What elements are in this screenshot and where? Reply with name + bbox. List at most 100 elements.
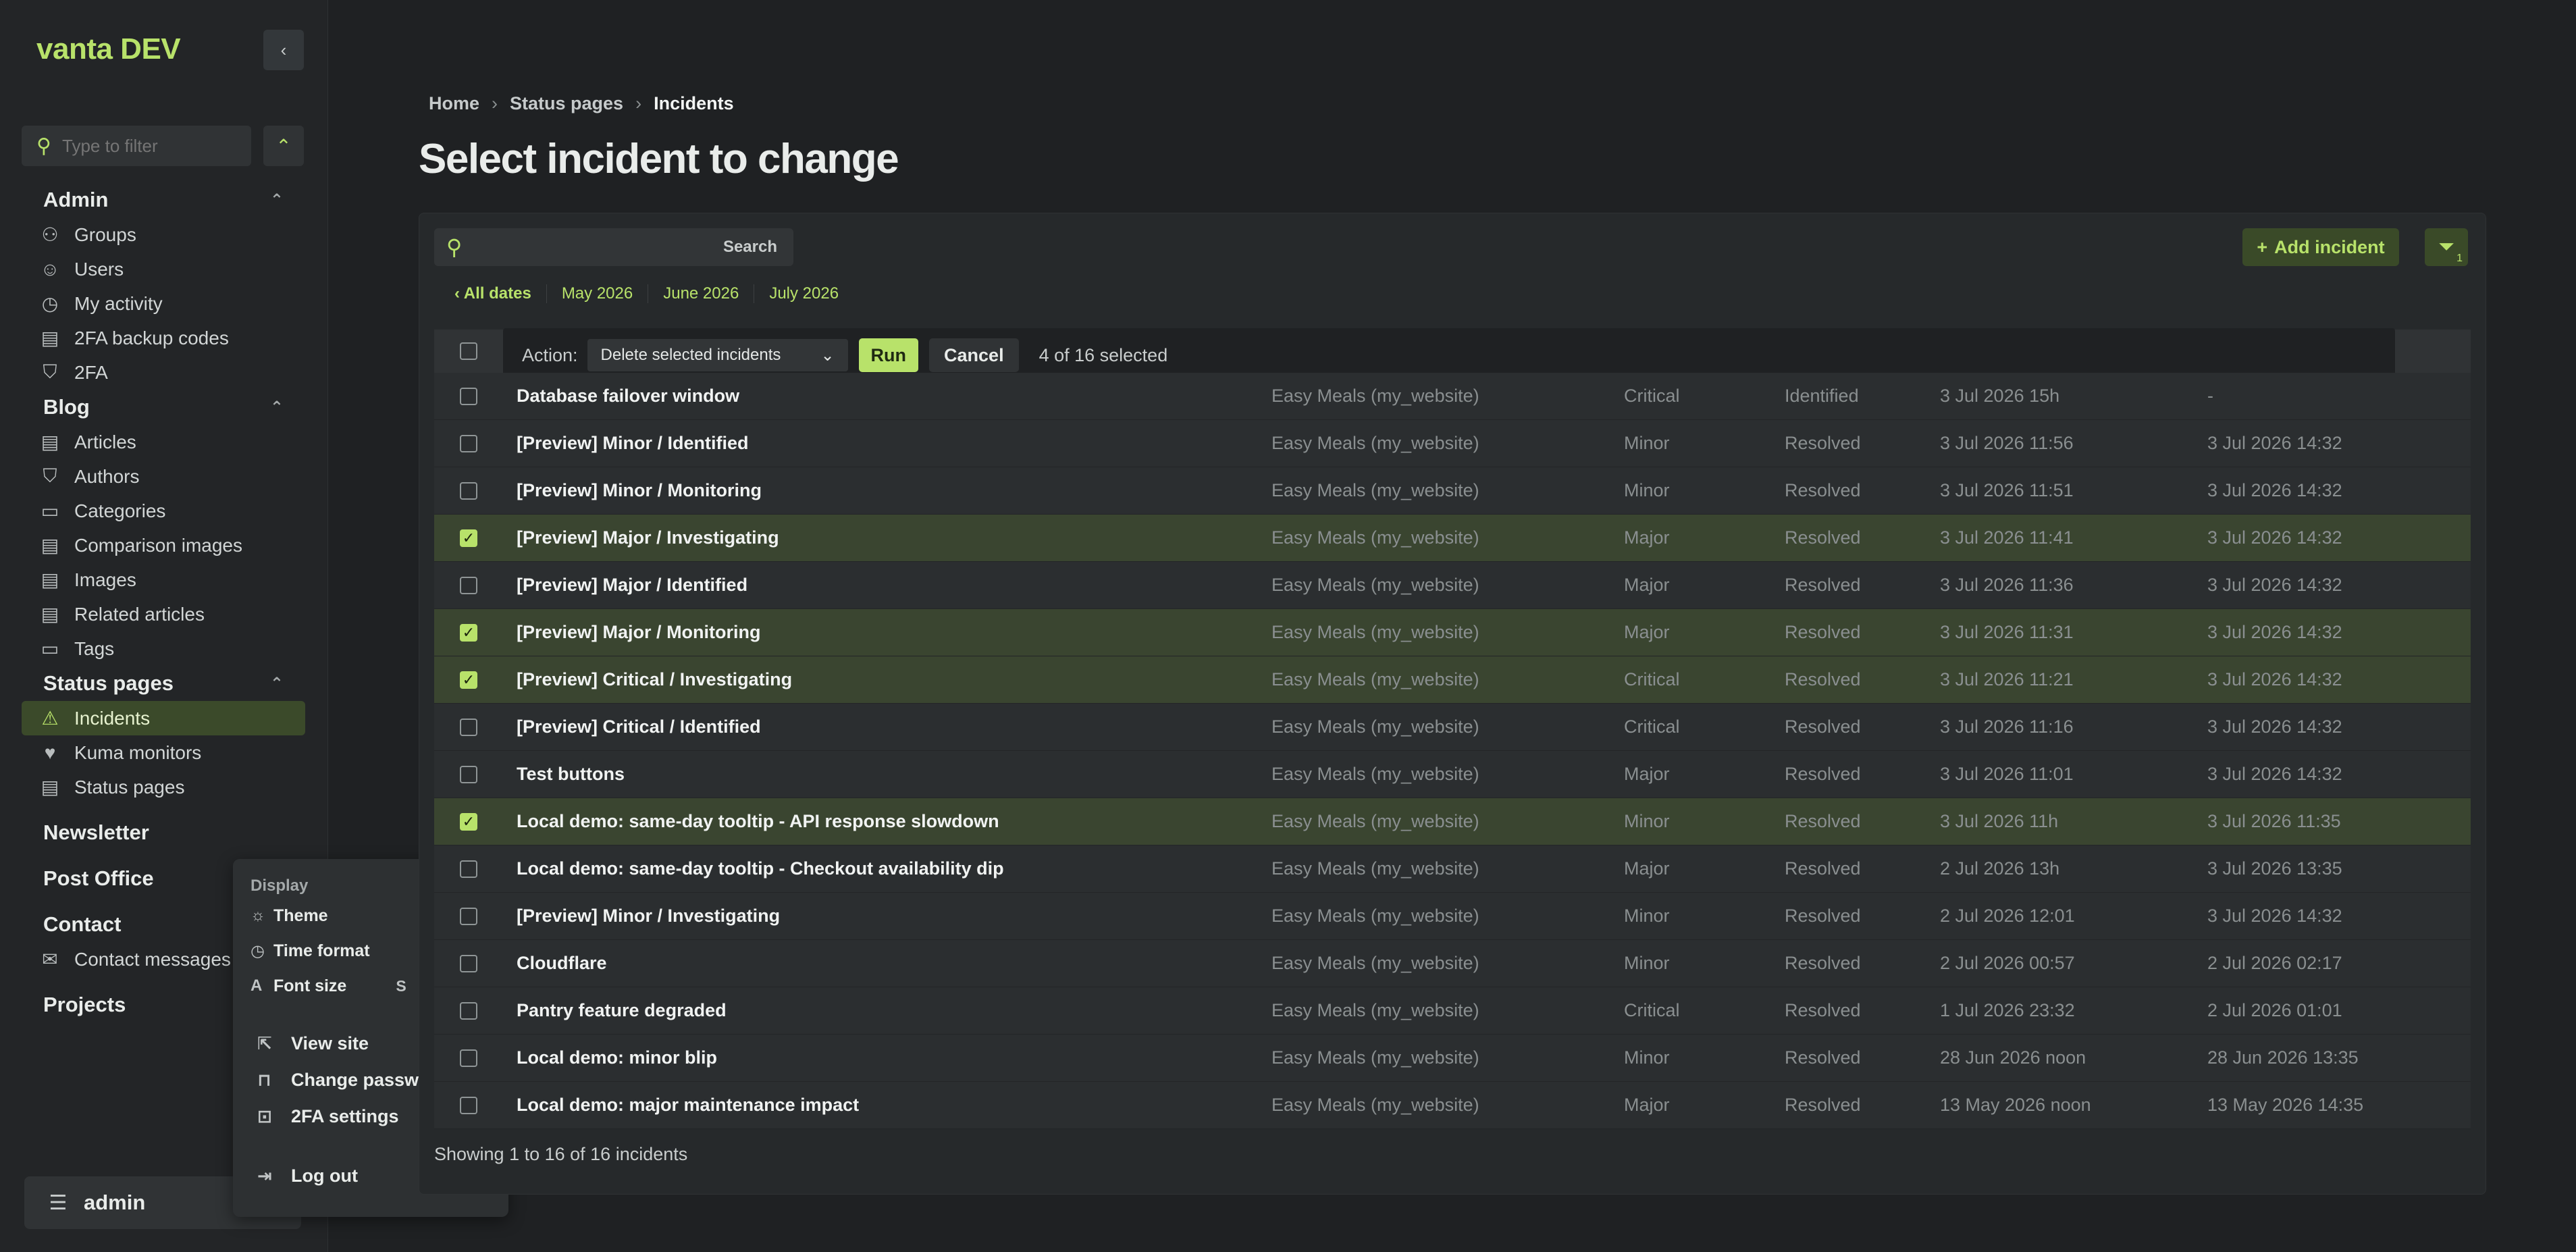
2fa-settings-link[interactable]: ⊡ 2FA settings <box>257 1099 399 1133</box>
sidebar-filter-input[interactable] <box>61 134 232 157</box>
add-incident-button[interactable]: + Add incident <box>2242 228 2399 266</box>
table-row[interactable]: [Preview] Minor / Investigating Easy Meal… <box>434 893 2471 940</box>
row-checkbox[interactable]: ✓ <box>460 529 477 547</box>
incident-title-link[interactable]: Pantry feature degraded <box>517 1000 727 1021</box>
date-all[interactable]: ‹ All dates <box>434 284 547 303</box>
sidebar-item-kuma-monitors[interactable]: ♥ Kuma monitors <box>22 735 305 770</box>
action-select[interactable]: Delete selected incidents ⌄ <box>587 339 848 371</box>
collapse-sidebar-button[interactable]: ‹ <box>263 30 304 70</box>
sidebar-item-tags[interactable]: ▭ Tags <box>22 631 305 666</box>
incident-title-link[interactable]: [Preview] Critical / Investigating <box>517 669 792 690</box>
sidebar-item-authors[interactable]: ⛉ Authors <box>22 459 305 494</box>
table-row[interactable]: ✓ [Preview] Critical / Investigating Easy … <box>434 656 2471 704</box>
breadcrumb-home[interactable]: Home <box>429 93 479 113</box>
incident-title-link[interactable]: [Preview] Minor / Identified <box>517 433 749 454</box>
section-newsletter[interactable]: Newsletter <box>22 815 305 850</box>
row-checkbox[interactable] <box>460 434 477 452</box>
font-size-s[interactable]: S <box>384 972 418 999</box>
filter-button[interactable]: ⏷ 1 <box>2425 228 2468 266</box>
row-checkbox[interactable] <box>460 765 477 783</box>
select-all-checkbox[interactable] <box>460 342 477 360</box>
log-out-link[interactable]: ⇥ Log out <box>257 1159 358 1193</box>
incident-title-link[interactable]: Local demo: minor blip <box>517 1047 717 1068</box>
incident-title-link[interactable]: Local demo: same-day tooltip - Checkout … <box>517 858 1004 879</box>
incident-title-link[interactable]: Local demo: same-day tooltip - API respo… <box>517 811 999 832</box>
sidebar-item-groups[interactable]: ⚇ Groups <box>22 217 305 252</box>
row-checkbox[interactable]: ✓ <box>460 623 477 642</box>
incident-title-link[interactable]: [Preview] Major / Identified <box>517 575 747 596</box>
expand-all-button[interactable]: ⌃ <box>263 126 304 166</box>
row-checkbox[interactable] <box>460 907 477 925</box>
section-blog[interactable]: Blog ⌃ <box>22 390 305 425</box>
row-checkbox[interactable]: ✓ <box>460 671 477 689</box>
table-row[interactable]: ✓ [Preview] Major / Investigating Easy Mea… <box>434 515 2471 562</box>
resolved-at-cell: 3 Jul 2026 14:32 <box>2207 669 2342 689</box>
sidebar-item-categories[interactable]: ▭ Categories <box>22 494 305 528</box>
brand-logo[interactable]: vanta DEV <box>36 32 181 66</box>
incident-title-link[interactable]: Test buttons <box>517 764 625 785</box>
table-row[interactable]: Cloudflare Easy Meals (my_website) Minor Re… <box>434 940 2471 987</box>
incident-title-link[interactable]: [Preview] Major / Investigating <box>517 527 779 548</box>
search-button[interactable]: Search <box>723 238 777 257</box>
table-row[interactable]: ✓ [Preview] Major / Monitoring Easy Meals … <box>434 609 2471 656</box>
run-button[interactable]: Run <box>858 338 919 372</box>
sidebar-item-2fa[interactable]: ⛉ 2FA <box>22 355 305 390</box>
row-checkbox[interactable] <box>460 1049 477 1067</box>
row-checkbox[interactable] <box>460 860 477 878</box>
incident-title-link[interactable]: [Preview] Critical / Identified <box>517 716 761 737</box>
sidebar-item-2fa-backup-codes[interactable]: ▤ 2FA backup codes <box>22 321 305 355</box>
row-checkbox[interactable] <box>460 481 477 500</box>
search-bar[interactable]: ⚲ Search <box>434 228 793 266</box>
sidebar-item-status-pages[interactable]: ▤ Status pages <box>22 770 305 804</box>
row-checkbox[interactable] <box>460 387 477 405</box>
sidebar-item-images[interactable]: ▤ Images <box>22 563 305 597</box>
page-title: Select incident to change <box>419 136 899 182</box>
table-row[interactable]: [Preview] Critical / Identified Easy Meal… <box>434 704 2471 751</box>
row-checkbox[interactable] <box>460 1001 477 1020</box>
sidebar-item-my-activity[interactable]: ◷ My activity <box>22 286 305 321</box>
incident-title-link[interactable]: [Preview] Minor / Monitoring <box>517 480 762 501</box>
incident-title-link[interactable]: [Preview] Minor / Investigating <box>517 906 780 927</box>
row-checkbox[interactable] <box>460 718 477 736</box>
incident-title-link[interactable]: Database failover window <box>517 386 739 407</box>
date-june-2026[interactable]: June 2026 <box>648 284 755 303</box>
cancel-button[interactable]: Cancel <box>929 338 1019 372</box>
shield-icon: ⛉ <box>43 361 57 382</box>
incident-title-link[interactable]: [Preview] Major / Monitoring <box>517 622 761 643</box>
status-cell: Resolved <box>1785 575 1861 595</box>
sidebar-item-users[interactable]: ☺ Users <box>22 252 305 286</box>
date-july-2026[interactable]: July 2026 <box>754 284 853 303</box>
section-admin[interactable]: Admin ⌃ <box>22 182 305 217</box>
table-row[interactable]: Local demo: major maintenance impact Easy… <box>434 1082 2471 1129</box>
row-checkbox[interactable] <box>460 954 477 972</box>
logout-icon: ⇥ <box>257 1165 272 1186</box>
incidents-table: Action: Delete selected incidents ⌄ Run C… <box>434 328 2471 1129</box>
row-checkbox[interactable]: ✓ <box>460 812 477 831</box>
view-site-link[interactable]: ⇱ View site <box>257 1026 369 1060</box>
incident-title-link[interactable]: Local demo: major maintenance impact <box>517 1095 859 1116</box>
table-row[interactable]: Local demo: same-day tooltip - Checkout … <box>434 845 2471 893</box>
table-row[interactable]: [Preview] Minor / Monitoring Easy Meals (… <box>434 467 2471 515</box>
section-status-pages[interactable]: Status pages ⌃ <box>22 666 305 701</box>
table-row[interactable]: [Preview] Major / Identified Easy Meals (… <box>434 562 2471 609</box>
sidebar-item-related-articles[interactable]: ▤ Related articles <box>22 597 305 631</box>
sidebar-item-articles[interactable]: ▤ Articles <box>22 425 305 459</box>
row-checkbox[interactable] <box>460 1096 477 1114</box>
started-at-cell: 2 Jul 2026 00:57 <box>1940 953 2075 973</box>
table-row[interactable]: Test buttons Easy Meals (my_website) Major… <box>434 751 2471 798</box>
sidebar-item-incidents[interactable]: ⚠ Incidents <box>22 701 305 735</box>
row-checkbox[interactable] <box>460 576 477 594</box>
table-row[interactable]: ✓ Local demo: same-day tooltip - API resp… <box>434 798 2471 845</box>
table-row[interactable]: [Preview] Minor / Identified Easy Meals (… <box>434 420 2471 467</box>
table-row[interactable]: Pantry feature degraded Easy Meals (my_we… <box>434 987 2471 1035</box>
status-page-cell: Easy Meals (my_website) <box>1271 669 1479 689</box>
sidebar-item-comparison-images[interactable]: ▤ Comparison images <box>22 528 305 563</box>
table-row[interactable]: Database failover window Easy Meals (my_w… <box>434 373 2471 420</box>
resolved-at-cell: 2 Jul 2026 02:17 <box>2207 953 2342 973</box>
breadcrumb-status-pages[interactable]: Status pages <box>510 93 623 113</box>
status-page-cell: Easy Meals (my_website) <box>1271 575 1479 595</box>
table-row[interactable]: Local demo: minor blip Easy Meals (my_web… <box>434 1035 2471 1082</box>
incident-title-link[interactable]: Cloudflare <box>517 953 607 974</box>
severity-cell: Minor <box>1624 811 1670 831</box>
date-may-2026[interactable]: May 2026 <box>547 284 649 303</box>
